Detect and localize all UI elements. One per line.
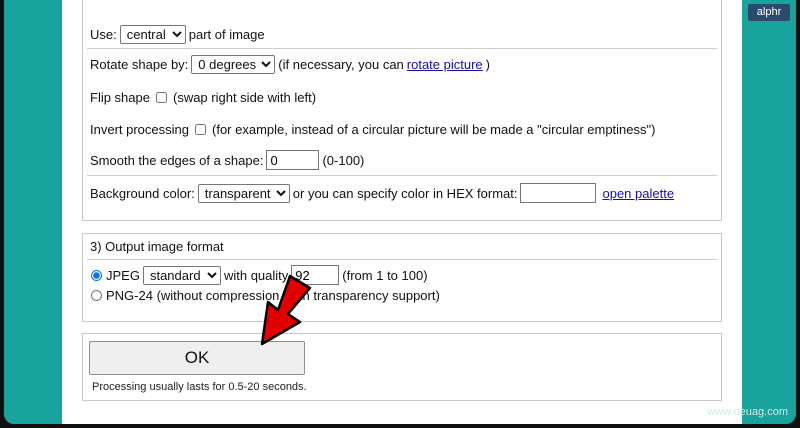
jpeg-radio[interactable] (91, 269, 102, 281)
output-title-text: 3) Output image format (90, 238, 224, 254)
background-label: Background color: (90, 185, 195, 201)
separator (87, 175, 717, 176)
watermark: www.deuag.com (707, 406, 788, 418)
smooth-input[interactable] (266, 150, 320, 170)
invert-checkbox[interactable] (195, 123, 206, 135)
rotate-row: Rotate shape by: 0 degrees ( (if necessa… (90, 54, 490, 74)
processing-note: Processing usually lasts for 0.5-20 seco… (92, 381, 307, 393)
flip-note: (swap right side with left) (172, 89, 317, 105)
output-format-title: 3) Output image format (90, 236, 224, 256)
smooth-range: (0-100) (322, 152, 365, 168)
page: Use: central part of image Rotate shape … (62, 0, 742, 424)
use-label: Use: (90, 26, 117, 42)
flip-checkbox[interactable] (155, 91, 167, 103)
rotate-label: Rotate shape by: (90, 56, 189, 72)
submit-panel: OK Processing usually lasts for 0.5-20 s… (82, 333, 722, 401)
background-hex-note: or you can specify color in HEX format: (292, 185, 518, 201)
background-color-select[interactable]: transparent ( (197, 183, 290, 203)
use-suffix: part of image (188, 26, 265, 42)
invert-row: Invert processing (for example, instead … (90, 119, 655, 139)
output-format-panel: 3) Output image format JPEG standard wit… (82, 233, 722, 322)
smooth-label: Smooth the edges of a shape: (90, 152, 264, 168)
separator (87, 48, 717, 49)
rotate-degrees-select[interactable]: 0 degrees ( (191, 54, 276, 74)
rotate-picture-link[interactable]: rotate picture (407, 57, 483, 72)
alphr-logo: alphr (748, 4, 790, 21)
open-palette-link[interactable]: open palette (602, 186, 674, 201)
red-arrow-icon (260, 274, 312, 346)
use-part-select[interactable]: central (119, 24, 186, 44)
use-row: Use: central part of image (90, 24, 265, 44)
jpeg-type-select[interactable]: standard (142, 265, 221, 285)
invert-label: Invert processing (90, 121, 189, 137)
flip-row: Flip shape (swap right side with left) (90, 87, 316, 107)
flip-label: Flip shape (90, 89, 150, 105)
rotate-note: (if necessary, you can (278, 56, 404, 72)
rotate-note-end: ) (485, 56, 490, 72)
separator (87, 259, 717, 260)
shape-settings-panel: Use: central part of image Rotate shape … (82, 0, 722, 221)
hex-color-input[interactable] (520, 183, 597, 203)
jpeg-label: JPEG (106, 267, 140, 283)
smooth-row: Smooth the edges of a shape: (0-100) (90, 150, 364, 170)
background-row: Background color: transparent ( or you c… (90, 183, 677, 203)
invert-note: (for example, instead of a circular pict… (212, 121, 656, 137)
screenshot-frame: Use: central part of image Rotate shape … (4, 0, 796, 424)
quality-range: (from 1 to 100) (342, 267, 428, 283)
png-radio[interactable] (91, 289, 102, 301)
